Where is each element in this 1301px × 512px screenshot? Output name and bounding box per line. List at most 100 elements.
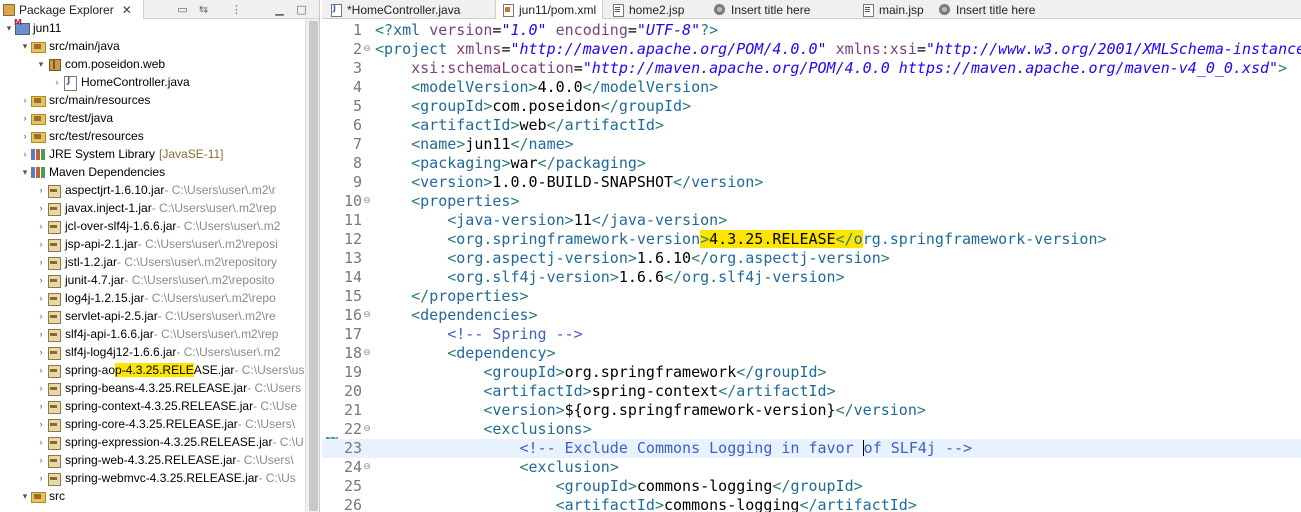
editor-tab[interactable]: Insert title here [714, 0, 810, 19]
minimize-icon[interactable]: ▁ [272, 2, 287, 17]
collapse-all-icon[interactable]: ▭ [175, 2, 190, 17]
code-line[interactable]: 4 <modelVersion>4.0.0</modelVersion> [322, 78, 1301, 97]
collapsed-chevron-icon[interactable]: › [36, 455, 46, 465]
tree-scrollbar[interactable] [305, 19, 319, 512]
package-explorer-tab[interactable]: Package Explorer ✕ [0, 0, 144, 19]
expanded-chevron-icon[interactable]: ▾ [20, 167, 30, 178]
code-line[interactable]: 18 ⊖ <dependency> [322, 344, 1301, 363]
collapsed-chevron-icon[interactable]: › [36, 311, 46, 321]
tree-item[interactable]: › src/test/resources [0, 127, 305, 145]
fold-collapse-icon[interactable]: ⊖ [362, 196, 372, 206]
collapsed-chevron-icon[interactable]: › [36, 365, 46, 375]
tree-item[interactable]: ▾ jun11 [0, 19, 305, 37]
tree-item[interactable]: › spring-expression-4.3.25.RELEASE.jar - … [0, 433, 305, 451]
tree-item[interactable]: › spring-aop-4.3.25.RELEASE.jar - C:\User… [0, 361, 305, 379]
code-line[interactable]: 20 <artifactId>spring-context</artifactI… [322, 382, 1301, 401]
code-line[interactable]: 26 <artifactId>commons-logging</artifact… [322, 496, 1301, 512]
code-line[interactable]: 10 ⊖ <properties> [322, 192, 1301, 211]
tree-item[interactable]: › HomeController.java [0, 73, 305, 91]
collapsed-chevron-icon[interactable]: › [36, 419, 46, 429]
code-line[interactable]: 7 <name>jun11</name> [322, 135, 1301, 154]
code-line[interactable]: 15 </properties> [322, 287, 1301, 306]
view-menu-icon[interactable]: ⋮ [229, 2, 244, 17]
tree-item[interactable]: › src/main/resources [0, 91, 305, 109]
tree-item[interactable]: › spring-web-4.3.25.RELEASE.jar - C:\User… [0, 451, 305, 469]
fold-collapse-icon[interactable]: ⊖ [362, 310, 372, 320]
code-line[interactable]: 16 ⊖ <dependencies> [322, 306, 1301, 325]
code-line[interactable]: 12 <org.springframework-version>4.3.25.R… [322, 230, 1301, 249]
code-line[interactable]: 25 <groupId>commons-logging</groupId> [322, 477, 1301, 496]
tree-item[interactable]: › javax.inject-1.jar - C:\Users\user\.m2\… [0, 199, 305, 217]
expanded-chevron-icon[interactable]: ▾ [4, 23, 14, 34]
collapsed-chevron-icon[interactable]: › [52, 77, 62, 87]
code-line[interactable]: 1 <?xml version="1.0" encoding="UTF-8"?> [322, 21, 1301, 40]
tree-item[interactable]: ▾ Maven Dependencies [0, 163, 305, 181]
tree-item[interactable]: ▾ src/main/java [0, 37, 305, 55]
collapsed-chevron-icon[interactable]: › [36, 437, 46, 447]
collapsed-chevron-icon[interactable]: › [36, 185, 46, 195]
tree-item[interactable]: › jsp-api-2.1.jar - C:\Users\user\.m2\rep… [0, 235, 305, 253]
collapsed-chevron-icon[interactable]: › [36, 329, 46, 339]
code-line[interactable]: 6 <artifactId>web</artifactId> [322, 116, 1301, 135]
code-line[interactable]: 8 <packaging>war</packaging> [322, 154, 1301, 173]
fold-collapse-icon[interactable]: ⊖ [362, 44, 372, 54]
code-line[interactable]: 24 ⊖ <exclusion> [322, 458, 1301, 477]
collapsed-chevron-icon[interactable]: › [36, 473, 46, 483]
tree-item[interactable]: › servlet-api-2.5.jar - C:\Users\user\.m2… [0, 307, 305, 325]
tree-item[interactable]: › src/test/java [0, 109, 305, 127]
fold-collapse-icon[interactable]: ⊖ [362, 348, 372, 358]
tree-item[interactable]: › junit-4.7.jar - C:\Users\user\.m2\repos… [0, 271, 305, 289]
tree-scrollbar-thumb[interactable] [309, 21, 318, 511]
tree-item[interactable]: › log4j-1.2.15.jar - C:\Users\user\.m2\re… [0, 289, 305, 307]
collapsed-chevron-icon[interactable]: › [36, 383, 46, 393]
code-line[interactable]: 5 <groupId>com.poseidon</groupId> [322, 97, 1301, 116]
tree-item[interactable]: › spring-beans-4.3.25.RELEASE.jar - C:\Us… [0, 379, 305, 397]
editor-tab[interactable]: jun11/pom.xml [495, 0, 604, 19]
expanded-chevron-icon[interactable]: ▾ [20, 41, 30, 52]
tree-item[interactable]: ▾ com.poseidon.web [0, 55, 305, 73]
code-line[interactable]: 14 <org.slf4j-version>1.6.6</org.slf4j-v… [322, 268, 1301, 287]
collapsed-chevron-icon[interactable]: › [36, 203, 46, 213]
code-line[interactable]: 21 <version>${org.springframework-versio… [322, 401, 1301, 420]
collapsed-chevron-icon[interactable]: › [20, 149, 30, 159]
fold-collapse-icon[interactable]: ⊖ [362, 462, 372, 472]
tree-item[interactable]: › spring-webmvc-4.3.25.RELEASE.jar - C:\U… [0, 469, 305, 487]
tree-item[interactable]: › slf4j-log4j12-1.6.6.jar - C:\Users\user… [0, 343, 305, 361]
code-line[interactable]: 19 <groupId>org.springframework</groupId… [322, 363, 1301, 382]
maximize-icon[interactable]: □ [294, 2, 309, 17]
collapsed-chevron-icon[interactable]: › [20, 113, 30, 123]
code-line[interactable]: 2 ⊖ <project xmlns="http://maven.apache.or… [322, 40, 1301, 59]
collapsed-chevron-icon[interactable]: › [36, 257, 46, 267]
tree-item[interactable]: › JRE System Library [JavaSE-11] [0, 145, 305, 163]
collapsed-chevron-icon[interactable]: › [36, 401, 46, 411]
close-icon[interactable]: ✕ [122, 3, 132, 17]
tree-item[interactable]: › slf4j-api-1.6.6.jar - C:\Users\user\.m2… [0, 325, 305, 343]
editor-tab[interactable]: *HomeController.java [330, 0, 460, 19]
fold-collapse-icon[interactable]: ⊖ [362, 424, 372, 434]
editor-tab[interactable]: main.jsp [862, 0, 924, 19]
xml-editor[interactable]: 1 <?xml version="1.0" encoding="UTF-8"?> 2… [322, 19, 1301, 512]
tree-item[interactable]: › aspectjrt-1.6.10.jar - C:\Users\user\.m… [0, 181, 305, 199]
tree-item[interactable]: › jstl-1.2.jar - C:\Users\user\.m2\reposi… [0, 253, 305, 271]
tree-item[interactable]: › spring-context-4.3.25.RELEASE.jar - C:\… [0, 397, 305, 415]
collapsed-chevron-icon[interactable]: › [36, 347, 46, 357]
editor-tab[interactable]: home2.jsp [612, 0, 684, 19]
code-line[interactable]: 22 ⊖ <exclusions> [322, 420, 1301, 439]
code-line[interactable]: 3 xsi:schemaLocation="http://maven.apach… [322, 59, 1301, 78]
tree-item[interactable]: › spring-core-4.3.25.RELEASE.jar - C:\Use… [0, 415, 305, 433]
collapsed-chevron-icon[interactable]: › [36, 221, 46, 231]
collapsed-chevron-icon[interactable]: › [20, 95, 30, 105]
expanded-chevron-icon[interactable]: ▾ [36, 59, 46, 70]
code-line[interactable]: 9 <version>1.0.0-BUILD-SNAPSHOT</version… [322, 173, 1301, 192]
collapsed-chevron-icon[interactable]: › [20, 131, 30, 141]
collapsed-chevron-icon[interactable]: › [36, 275, 46, 285]
code-line[interactable]: 11 <java-version>11</java-version> [322, 211, 1301, 230]
tree-item[interactable]: › jcl-over-slf4j-1.6.6.jar - C:\Users\use… [0, 217, 305, 235]
collapsed-chevron-icon[interactable]: › [36, 239, 46, 249]
collapsed-chevron-icon[interactable]: › [36, 293, 46, 303]
editor-tab[interactable]: Insert title here [939, 0, 1035, 19]
link-with-editor-icon[interactable]: ⇆ [196, 2, 211, 17]
expanded-chevron-icon[interactable]: ▾ [20, 491, 30, 502]
tree-item[interactable]: ▾ src [0, 487, 305, 505]
code-line[interactable]: 17 <!-- Spring --> [322, 325, 1301, 344]
